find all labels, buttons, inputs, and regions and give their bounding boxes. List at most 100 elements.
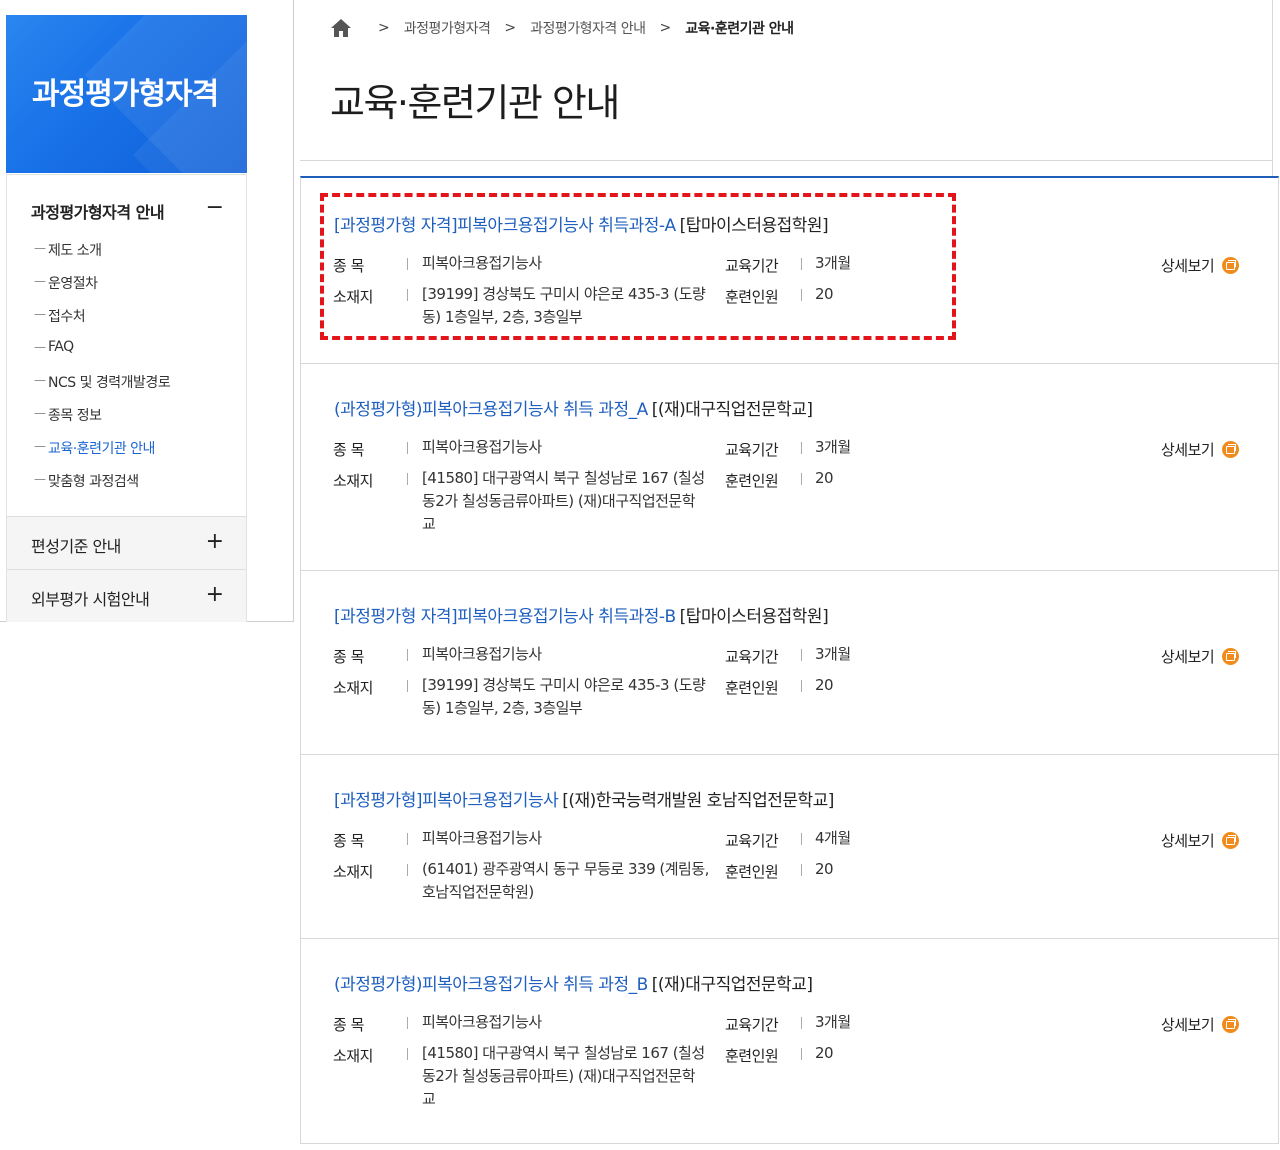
field-divider [407,473,408,485]
field-divider [801,864,802,876]
sidebar-item-label: 맞춤형 과정검색 [48,471,139,491]
course-link[interactable]: (과정평가형)피복아크용접기능사 취득 과정_B [334,975,648,995]
detail-button[interactable]: 상세보기 [1161,255,1239,276]
field-divider [801,833,802,845]
period-value: 3개월 [815,643,851,666]
sidebar-brand-banner: 과정평가형자격 [6,15,247,173]
sidebar-item-faq[interactable]: — FAQ [7,335,246,368]
dash-icon: — [34,274,46,288]
field-divider [407,258,408,270]
sidebar-item-training-institutions[interactable]: — 교육·훈련기관 안내 [7,434,246,467]
trainees-label: 훈련인원 [725,470,778,491]
dash-icon: — [34,439,46,453]
list-item: (과정평가형)피복아크용접기능사 취득 과정_A[(재)대구직업전문학교] 종 … [301,364,1278,571]
sidebar: 과정평가형자격 과정평가형자격 안내 − — 제도 소개 — 운영절차 — 접수… [0,0,294,622]
sidebar-item-label: 접수처 [48,306,85,326]
location-label: 소재지 [333,861,373,882]
trainees-value: 20 [815,467,833,490]
field-divider [407,649,408,661]
location-label: 소재지 [333,677,373,698]
subject-value: 피복아크용접기능사 [422,827,542,850]
field-divider [801,442,802,454]
sidebar-section-external-exam[interactable]: 외부평가 시험안내 + [7,569,246,622]
institution-name: [(재)대구직업전문학교] [652,400,813,420]
course-title[interactable]: [과정평가형]피복아크용접기능사[(재)한국능력개발원 호남직업전문학교] [334,786,834,811]
breadcrumb-current: 교육·훈련기관 안내 [685,18,793,38]
breadcrumb-item[interactable]: 과정평가형자격 [404,18,491,38]
location-value: [41580] 대구광역시 북구 칠성남로 167 (칠성동2가 칠성동금류아파… [422,1042,707,1111]
institution-list: [과정평가형 자격]피복아크용접기능사 취득과정-A[탑마이스터용접학원] 종 … [300,176,1279,1144]
title-divider [300,160,1272,161]
sidebar-section-guide[interactable]: 과정평가형자격 안내 − [7,174,246,236]
content-edge [1272,0,1273,176]
subject-label: 종 목 [333,1014,364,1035]
trainees-value: 20 [815,1042,833,1065]
course-title[interactable]: [과정평가형 자격]피복아크용접기능사 취득과정-B[탑마이스터용접학원] [334,602,828,627]
sidebar-section-label: 편성기준 안내 [31,533,121,557]
field-divider [407,442,408,454]
location-value: [39199] 경상북도 구미시 야은로 435-3 (도량동) 1층일부, 2… [422,283,712,329]
sidebar-item-reception[interactable]: — 접수처 [7,302,246,335]
home-icon[interactable] [330,18,352,38]
sidebar-section-curriculum-standards[interactable]: 편성기준 안내 + [7,516,246,569]
detail-button[interactable]: 상세보기 [1161,1014,1239,1035]
field-divider [801,649,802,661]
breadcrumb-item[interactable]: 과정평가형자격 안내 [530,18,645,38]
sidebar-item-label: 제도 소개 [48,240,101,260]
field-divider [407,833,408,845]
period-value: 3개월 [815,1011,851,1034]
collapse-icon[interactable]: − [206,197,224,219]
detail-button[interactable]: 상세보기 [1161,646,1239,667]
subject-label: 종 목 [333,439,364,460]
sidebar-item-procedure[interactable]: — 운영절차 [7,269,246,302]
sidebar-item-label: FAQ [48,339,74,355]
subject-label: 종 목 [333,255,364,276]
sidebar-brand-title: 과정평가형자격 [32,69,218,113]
sidebar-section-label: 과정평가형자격 안내 [31,199,164,223]
course-link[interactable]: [과정평가형 자격]피복아크용접기능사 취득과정-A [334,216,676,236]
field-divider [407,680,408,692]
expand-icon[interactable]: + [206,584,224,606]
location-value: [39199] 경상북도 구미시 야은로 435-3 (도량동) 1층일부, 2… [422,674,712,720]
institution-name: [(재)대구직업전문학교] [652,975,813,995]
breadcrumb: > 과정평가형자격 > 과정평가형자격 안내 > 교육·훈련기관 안내 [330,16,793,40]
trainees-value: 20 [815,858,833,881]
course-title[interactable]: (과정평가형)피복아크용접기능사 취득 과정_A[(재)대구직업전문학교] [334,395,813,420]
course-link[interactable]: [과정평가형]피복아크용접기능사 [334,791,558,811]
detail-button[interactable]: 상세보기 [1161,439,1239,460]
sidebar-item-label: 교육·훈련기관 안내 [48,438,155,458]
sidebar-item-system-intro[interactable]: — 제도 소개 [7,236,246,269]
field-divider [407,1048,408,1060]
sidebar-item-subject-info[interactable]: — 종목 정보 [7,401,246,434]
field-divider [407,1017,408,1029]
popup-icon [1222,832,1239,849]
trainees-label: 훈련인원 [725,677,778,698]
period-label: 교육기간 [725,830,778,851]
expand-icon[interactable]: + [206,531,224,553]
period-label: 교육기간 [725,1014,778,1035]
course-link[interactable]: (과정평가형)피복아크용접기능사 취득 과정_A [334,400,648,420]
period-value: 3개월 [815,436,851,459]
subject-label: 종 목 [333,646,364,667]
page-title: 교육·훈련기관 안내 [330,72,619,127]
field-divider [801,1048,802,1060]
course-title[interactable]: [과정평가형 자격]피복아크용접기능사 취득과정-A[탑마이스터용접학원] [334,211,828,236]
detail-button[interactable]: 상세보기 [1161,830,1239,851]
course-link[interactable]: [과정평가형 자격]피복아크용접기능사 취득과정-B [334,607,676,627]
sidebar-item-course-search[interactable]: — 맞춤형 과정검색 [7,467,246,500]
sidebar-item-ncs-career[interactable]: — NCS 및 경력개발경로 [7,368,246,401]
field-divider [801,289,802,301]
list-item: [과정평가형 자격]피복아크용접기능사 취득과정-A[탑마이스터용접학원] 종 … [301,178,1278,364]
period-value: 3개월 [815,252,851,275]
course-title[interactable]: (과정평가형)피복아크용접기능사 취득 과정_B[(재)대구직업전문학교] [334,970,813,995]
period-value: 4개월 [815,827,851,850]
trainees-label: 훈련인원 [725,1045,778,1066]
field-divider [801,473,802,485]
dash-icon: — [34,472,46,486]
trainees-label: 훈련인원 [725,286,778,307]
trainees-value: 20 [815,283,833,306]
popup-icon [1222,648,1239,665]
chevron-right-icon: > [504,20,516,36]
dash-icon: — [34,406,46,420]
sidebar-item-label: 종목 정보 [48,405,101,425]
